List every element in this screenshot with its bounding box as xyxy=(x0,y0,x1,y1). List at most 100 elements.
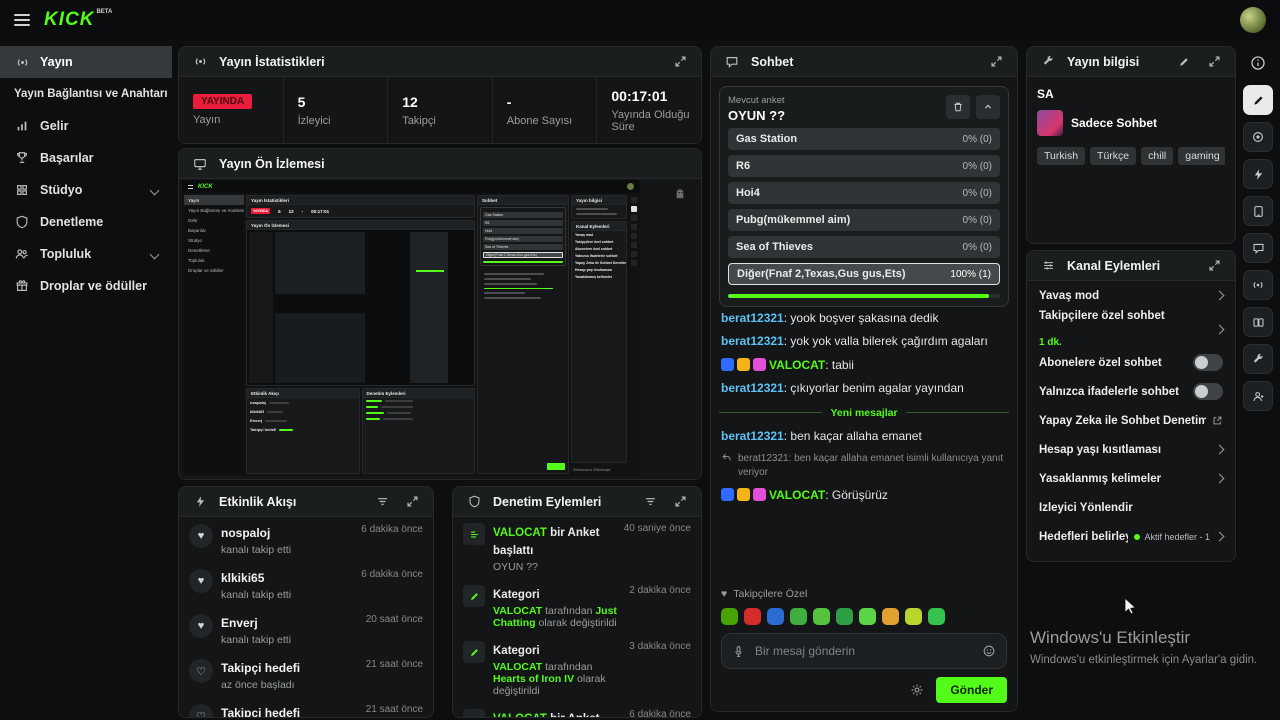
poll-option[interactable]: Pubg(mükemmel aim) 0% (0) xyxy=(728,209,1000,231)
message-input[interactable] xyxy=(753,643,974,659)
sidebar-item-topluluk[interactable]: Topluluk xyxy=(0,238,172,270)
emote-icon[interactable] xyxy=(721,608,738,625)
activity-row-goal[interactable]: ♡ Takipçi hedefiaz önce sonlandı 21 saat… xyxy=(179,697,433,717)
emote-icon[interactable] xyxy=(767,608,784,625)
tag[interactable]: gaming xyxy=(1178,147,1225,165)
expand-icon[interactable] xyxy=(1203,51,1225,73)
category-thumbnail[interactable] xyxy=(1037,110,1063,136)
poll-option[interactable]: Sea of Thieves 0% (0) xyxy=(728,236,1000,258)
boost-button[interactable] xyxy=(1243,159,1273,189)
activity-row[interactable]: ♥ klkiki65 kanalı takip etti 6 dakika önc… xyxy=(179,562,433,607)
sidebar-item-yayin-baglantisi[interactable]: Yayın Bağlantısı ve Anahtarı xyxy=(0,78,172,110)
moderation-row[interactable]: VALOCAT bir Anket başlattıOYUN?? 6 dakik… xyxy=(453,703,701,717)
collapse-poll-button[interactable] xyxy=(976,95,1000,119)
category-name[interactable]: Sadece Sohbet xyxy=(1071,116,1157,130)
moderation-row[interactable]: VALOCAT bir Anket başlattı OYUN ?? 40 san… xyxy=(453,517,701,579)
activity-row-goal[interactable]: ♡ Takipçi hedefi az önce başladı 21 saat … xyxy=(179,652,433,697)
poll-option[interactable]: Hoi4 0% (0) xyxy=(728,182,1000,204)
preview-ghost-icon[interactable] xyxy=(673,187,687,201)
sidebar-item-denetleme[interactable]: Denetleme xyxy=(0,206,172,238)
sidebar-item-yayin[interactable]: Yayın xyxy=(0,46,172,78)
activity-row[interactable]: ♥ nospaloj kanalı takip etti 6 dakika önc… xyxy=(179,517,433,562)
stream-signal-button[interactable] xyxy=(1243,270,1273,300)
sidebar-item-gelir[interactable]: Gelir xyxy=(0,110,172,142)
heart-icon: ♥ xyxy=(189,569,213,593)
chat-message[interactable]: VALOCAT: Görüşürüz xyxy=(719,484,1009,507)
external-link-icon xyxy=(1212,415,1223,426)
sidebar-label: Başarılar xyxy=(40,151,94,165)
edit-icon[interactable] xyxy=(1173,51,1195,73)
activity-row[interactable]: ♥ Enverj kanalı takip etti 20 saat önce xyxy=(179,607,433,652)
emote-icon[interactable] xyxy=(882,608,899,625)
hamburger-menu-icon[interactable] xyxy=(14,14,30,26)
invite-button[interactable] xyxy=(1243,381,1273,411)
edit-mode-button[interactable] xyxy=(1243,85,1273,115)
action-slow-mode[interactable]: Yavaş mod xyxy=(1027,281,1235,310)
tag[interactable]: Türkçe xyxy=(1090,147,1137,165)
monitor-icon xyxy=(189,153,211,175)
emote-icon[interactable] xyxy=(836,608,853,625)
sidebar-item-droplar[interactable]: Droplar ve ödüller xyxy=(0,270,172,302)
emote-icon[interactable] xyxy=(744,608,761,625)
poll-option[interactable]: R6 0% (0) xyxy=(728,155,1000,177)
expand-icon[interactable] xyxy=(669,491,691,513)
poll-icon xyxy=(463,709,485,717)
action-followers-only[interactable]: Takipçilere özel sohbet 1 dk. xyxy=(1027,310,1235,348)
emote-icon[interactable] xyxy=(859,608,876,625)
emoji-picker-icon[interactable] xyxy=(982,644,996,658)
gifter-badge-icon xyxy=(737,487,750,501)
chat-message[interactable]: VALOCAT: tabii xyxy=(719,354,1009,377)
expand-icon[interactable] xyxy=(1203,255,1225,277)
stat-viewers: 5 İzleyici xyxy=(282,77,388,143)
action-account-age[interactable]: Hesap yaşı kısıtlaması xyxy=(1027,435,1235,464)
chat-button[interactable] xyxy=(1243,233,1273,263)
chat-message[interactable]: berat12321: yook boşver şakasına dedik xyxy=(719,307,1009,330)
tag[interactable]: Turkish xyxy=(1037,147,1086,165)
expand-icon[interactable] xyxy=(985,51,1007,73)
sidebar-item-studyo[interactable]: Stüdyo xyxy=(0,174,172,206)
emote-icon[interactable] xyxy=(790,608,807,625)
expand-icon[interactable] xyxy=(401,491,423,513)
expand-icon[interactable] xyxy=(669,51,691,73)
action-ai-moderation[interactable]: Yapay Zeka ile Sohbet Denetimi xyxy=(1027,406,1235,435)
bolt-icon xyxy=(189,491,211,513)
action-host-viewers[interactable]: İzleyici Yönlendir xyxy=(1027,493,1235,522)
filter-icon[interactable] xyxy=(371,491,393,513)
user-avatar[interactable] xyxy=(1240,7,1266,33)
mic-icon[interactable] xyxy=(732,645,745,658)
action-banned-words[interactable]: Yasaklanmış kelimeler xyxy=(1027,464,1235,493)
gifter-badge-icon xyxy=(737,357,750,371)
toggle-off[interactable] xyxy=(1193,354,1223,371)
chat-settings-gear-icon[interactable] xyxy=(910,683,924,697)
poll-option-selected[interactable]: Diğer(Fnaf 2,Texas,Gus gus,Ets) 100% (1) xyxy=(728,263,1000,285)
action-emotes-only[interactable]: Yalnızca ifadelerle sohbet xyxy=(1027,377,1235,406)
layout-button[interactable] xyxy=(1243,307,1273,337)
send-button[interactable]: Gönder xyxy=(936,677,1007,703)
moderation-row[interactable]: Kategori VALOCAT tarafından Just Chatting… xyxy=(453,579,701,635)
action-subscribers-only[interactable]: Abonelere özel sohbet xyxy=(1027,348,1235,377)
kick-logo[interactable]: KICK BETA xyxy=(44,9,112,31)
stat-label: Yayında Olduğu Süre xyxy=(611,108,690,133)
chat-message[interactable]: berat12321: yok yok valla bilerek çağırd… xyxy=(719,330,1009,353)
delete-poll-button[interactable] xyxy=(946,95,970,119)
sidebar-item-basarilar[interactable]: Başarılar xyxy=(0,142,172,174)
poll-option[interactable]: Gas Station 0% (0) xyxy=(728,128,1000,150)
chat-message[interactable]: berat12321: ben kaçar allaha emanet xyxy=(719,425,1009,448)
filter-icon[interactable] xyxy=(639,491,661,513)
emote-icon[interactable] xyxy=(928,608,945,625)
stream-preview-panel: Yayın Ön İzlemesi KICK Yayın Yayın Bağla… xyxy=(178,148,702,480)
panels-button[interactable] xyxy=(1243,196,1273,226)
toggle-off[interactable] xyxy=(1193,383,1223,400)
tag[interactable]: chill xyxy=(1141,147,1174,165)
moderation-row[interactable]: Kategori VALOCAT tarafından Hearts of Iro… xyxy=(453,635,701,703)
reply-indicator: berat12321: ben kaçar allaha emanet isim… xyxy=(719,448,1009,484)
emote-icon[interactable] xyxy=(905,608,922,625)
emote-icon[interactable] xyxy=(813,608,830,625)
record-button[interactable] xyxy=(1243,122,1273,152)
stream-preview-frame[interactable]: KICK Yayın Yayın Bağlantısı ve Anahtarı … xyxy=(182,180,640,476)
chat-message[interactable]: berat12321: çıkıyorlar benim agalar yayı… xyxy=(719,377,1009,400)
info-button[interactable] xyxy=(1243,48,1273,78)
tools-button[interactable] xyxy=(1243,344,1273,374)
action-set-goals[interactable]: Hedefleri belirleyin Aktif hedefler - 1 xyxy=(1027,522,1235,551)
chat-scroll-area[interactable]: Mevcut anket OYUN ?? Gas Station 0% (0) R… xyxy=(711,78,1017,583)
